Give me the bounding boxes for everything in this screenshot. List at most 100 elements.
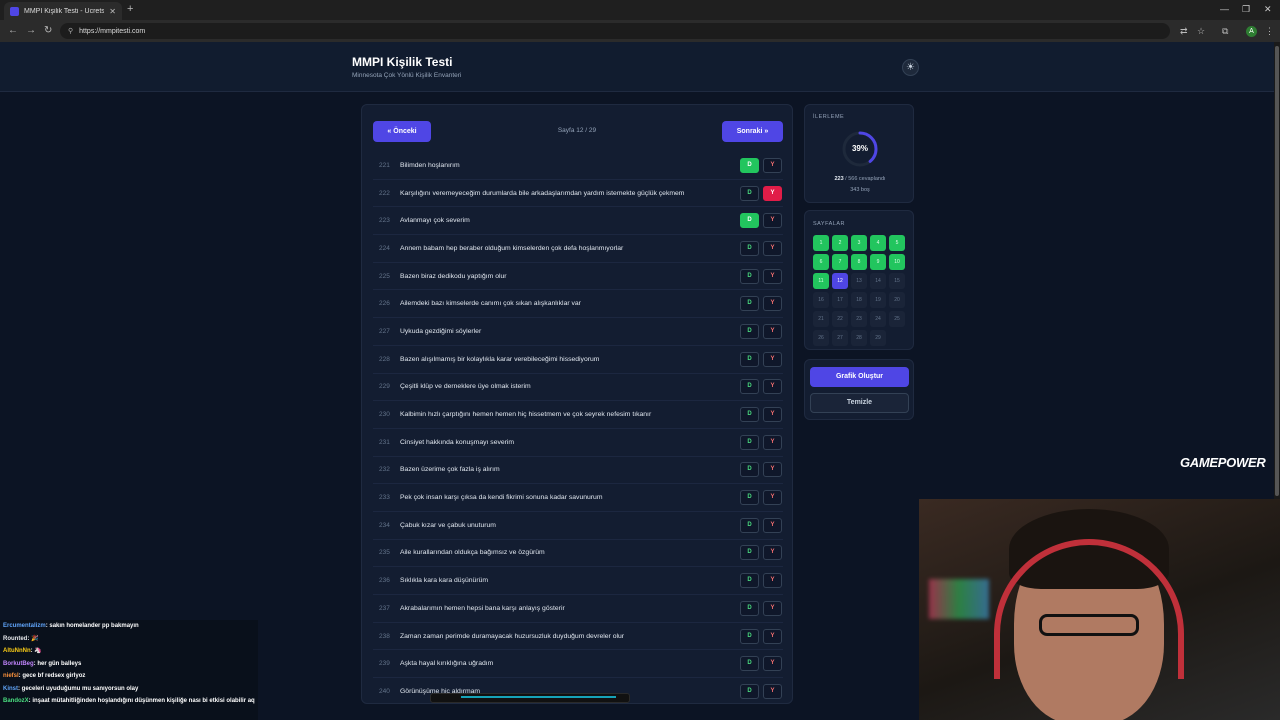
- answer-no-button[interactable]: Y: [763, 517, 782, 533]
- page-button[interactable]: 9: [870, 254, 886, 270]
- answer-no-button[interactable]: Y: [763, 600, 782, 616]
- reload-icon[interactable]: ↻: [44, 25, 52, 36]
- forward-icon[interactable]: →: [26, 25, 36, 36]
- answer-yes-button[interactable]: D: [740, 407, 759, 423]
- answer-yes-button[interactable]: D: [740, 462, 759, 478]
- page-button[interactable]: 14: [870, 273, 886, 289]
- minimize-icon[interactable]: —: [1220, 4, 1229, 14]
- restore-icon[interactable]: ❐: [1242, 4, 1250, 15]
- answer-yes-button[interactable]: D: [740, 213, 759, 229]
- address-bar[interactable]: ⚲ https://mmpitesti.com: [60, 23, 1170, 39]
- menu-icon[interactable]: ⋮: [1265, 26, 1274, 37]
- page-button[interactable]: 15: [889, 273, 905, 289]
- browser-tab[interactable]: MMPI Kişilik Testi - Ücretsiz Onl... ✕: [4, 2, 122, 20]
- profile-avatar[interactable]: A: [1246, 26, 1257, 37]
- answer-yes-button[interactable]: D: [740, 656, 759, 672]
- answer-no-button[interactable]: Y: [763, 351, 782, 367]
- answer-no-button[interactable]: Y: [763, 296, 782, 312]
- answer-no-button[interactable]: Y: [763, 656, 782, 672]
- site-info-icon[interactable]: ⚲: [68, 27, 73, 35]
- page-button[interactable]: 25: [889, 311, 905, 327]
- answer-no-button[interactable]: Y: [763, 628, 782, 644]
- answer-yes-button[interactable]: D: [740, 628, 759, 644]
- answer-yes-button[interactable]: D: [740, 490, 759, 506]
- answer-yes-button[interactable]: D: [740, 517, 759, 533]
- answer-yes-button[interactable]: D: [740, 600, 759, 616]
- page-button[interactable]: 2: [832, 235, 848, 251]
- chat-message: AltuNnNn: 🦄: [0, 645, 258, 658]
- prev-page-button[interactable]: « Önceki: [373, 121, 431, 142]
- answer-no-button[interactable]: Y: [763, 213, 782, 229]
- answer-no-button[interactable]: Y: [763, 268, 782, 284]
- answer-yes-button[interactable]: D: [740, 185, 759, 201]
- page-button[interactable]: 26: [813, 330, 829, 346]
- tab-title: MMPI Kişilik Testi - Ücretsiz Onl...: [24, 7, 105, 15]
- page-button[interactable]: 13: [851, 273, 867, 289]
- page-button[interactable]: 28: [851, 330, 867, 346]
- answer-no-button[interactable]: Y: [763, 545, 782, 561]
- answer-yes-button[interactable]: D: [740, 351, 759, 367]
- next-page-button[interactable]: Sonraki »: [722, 121, 783, 142]
- new-tab-icon[interactable]: +: [127, 3, 133, 15]
- page-button[interactable]: 29: [870, 330, 886, 346]
- answer-yes-button[interactable]: D: [740, 434, 759, 450]
- page-button[interactable]: 19: [870, 292, 886, 308]
- page-button[interactable]: 8: [851, 254, 867, 270]
- clear-button[interactable]: Temizle: [810, 393, 909, 413]
- answer-no-button[interactable]: Y: [763, 157, 782, 173]
- answer-yes-button[interactable]: D: [740, 379, 759, 395]
- page-button[interactable]: 18: [851, 292, 867, 308]
- extensions-icon[interactable]: ⧉: [1222, 26, 1228, 37]
- page-button[interactable]: 24: [870, 311, 886, 327]
- question-text: Pek çok insan karşı çıksa da kendi fikri…: [400, 494, 603, 502]
- page-button[interactable]: 16: [813, 292, 829, 308]
- page-button[interactable]: 20: [889, 292, 905, 308]
- back-icon[interactable]: ←: [8, 25, 18, 36]
- answer-yes-button[interactable]: D: [740, 573, 759, 589]
- answer-yes-button[interactable]: D: [740, 240, 759, 256]
- page-button[interactable]: 7: [832, 254, 848, 270]
- answer-no-button[interactable]: Y: [763, 323, 782, 339]
- page-button[interactable]: 10: [889, 254, 905, 270]
- close-tab-icon[interactable]: ✕: [109, 7, 116, 16]
- answer-no-button[interactable]: Y: [763, 434, 782, 450]
- question-number: 230: [379, 411, 390, 419]
- answer-no-button[interactable]: Y: [763, 240, 782, 256]
- question-row: 222 Karşılığını veremeyeceğim durumlarda …: [373, 180, 783, 208]
- page-button[interactable]: 11: [813, 273, 829, 289]
- answer-yes-button[interactable]: D: [740, 323, 759, 339]
- page-button[interactable]: 27: [832, 330, 848, 346]
- page-button[interactable]: 23: [851, 311, 867, 327]
- close-window-icon[interactable]: ✕: [1264, 4, 1272, 15]
- question-text: Çabuk kızar ve çabuk unuturum: [400, 521, 496, 529]
- page-button[interactable]: 4: [870, 235, 886, 251]
- sun-icon[interactable]: ☀: [902, 59, 919, 76]
- answer-yes-button[interactable]: D: [740, 683, 759, 699]
- answer-no-button[interactable]: Y: [763, 683, 782, 699]
- page-button[interactable]: 3: [851, 235, 867, 251]
- page-button[interactable]: 17: [832, 292, 848, 308]
- answer-no-button[interactable]: Y: [763, 379, 782, 395]
- question-text: Kalbimin hızlı çarptığını hemen hemen hi…: [400, 411, 652, 419]
- answer-no-button[interactable]: Y: [763, 573, 782, 589]
- page-button[interactable]: 6: [813, 254, 829, 270]
- page-button[interactable]: 12: [832, 273, 848, 289]
- translate-icon[interactable]: ⇄: [1180, 26, 1188, 37]
- page-button[interactable]: 5: [889, 235, 905, 251]
- page-button[interactable]: 1: [813, 235, 829, 251]
- answer-no-button[interactable]: Y: [763, 407, 782, 423]
- question-number: 227: [379, 327, 390, 335]
- question-row: 225 Bazen biraz dedikodu yaptığım olur D Y: [373, 263, 783, 291]
- answer-no-button[interactable]: Y: [763, 185, 782, 201]
- page-button[interactable]: 21: [813, 311, 829, 327]
- answer-yes-button[interactable]: D: [740, 157, 759, 173]
- answer-no-button[interactable]: Y: [763, 462, 782, 478]
- answer-no-button[interactable]: Y: [763, 490, 782, 506]
- scrollbar-thumb[interactable]: [1275, 46, 1279, 496]
- answer-yes-button[interactable]: D: [740, 296, 759, 312]
- page-button[interactable]: 22: [832, 311, 848, 327]
- answer-yes-button[interactable]: D: [740, 545, 759, 561]
- create-chart-button[interactable]: Grafik Oluştur: [810, 367, 909, 387]
- bookmark-star-icon[interactable]: ☆: [1197, 26, 1205, 37]
- answer-yes-button[interactable]: D: [740, 268, 759, 284]
